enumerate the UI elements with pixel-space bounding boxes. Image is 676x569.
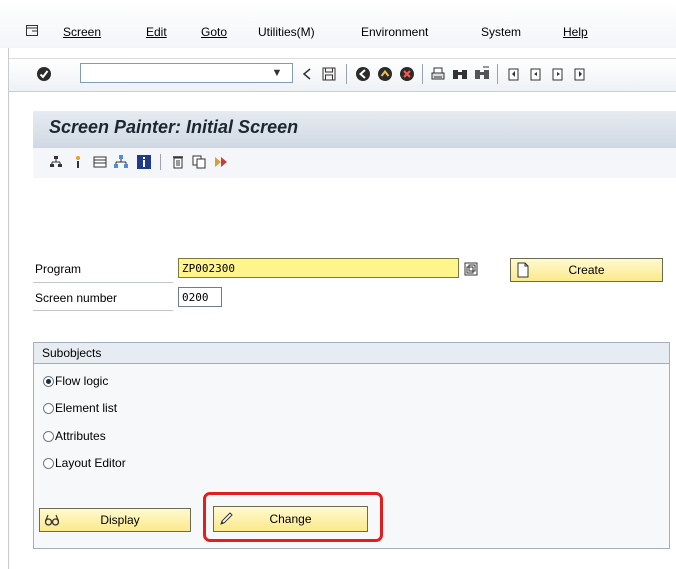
rename-icon[interactable]: [213, 154, 229, 170]
find-icon[interactable]: [452, 66, 468, 82]
last-page-icon[interactable]: [572, 66, 588, 82]
screen-number-input[interactable]: [178, 287, 222, 307]
window-menu-icon[interactable]: [26, 25, 38, 36]
toolbar-separator: [422, 64, 423, 84]
screen-number-label: Screen number: [35, 291, 118, 305]
first-page-icon[interactable]: [506, 66, 522, 82]
command-history-dropdown-icon[interactable]: ▼: [270, 66, 284, 80]
print-icon[interactable]: [430, 66, 446, 82]
display-object-list-icon[interactable]: [92, 154, 108, 170]
flow-logic-radio[interactable]: [43, 376, 54, 387]
element-list-label: Element list: [55, 401, 118, 415]
menu-system[interactable]: System: [481, 25, 521, 39]
find-next-icon[interactable]: [474, 66, 490, 82]
menu-edit[interactable]: Edit: [146, 25, 167, 39]
cancel-icon[interactable]: [399, 66, 415, 82]
previous-page-icon[interactable]: [528, 66, 544, 82]
program-input[interactable]: [178, 258, 459, 278]
toolbar-separator: [497, 64, 498, 84]
display-button-label: Display: [100, 513, 140, 527]
flow-logic-label: Flow logic: [55, 374, 109, 388]
attributes-radio[interactable]: [43, 431, 54, 442]
create-button[interactable]: Create: [510, 258, 663, 282]
back-icon[interactable]: [355, 66, 371, 82]
enter-check-icon[interactable]: [36, 66, 52, 82]
screen-number-row-line: [33, 310, 173, 311]
subobjects-title: Subobjects: [42, 346, 102, 360]
attributes-label: Attributes: [55, 429, 106, 443]
toolbar-separator: [160, 154, 161, 170]
exit-icon[interactable]: [377, 66, 393, 82]
menu-environment[interactable]: Environment: [361, 25, 428, 39]
where-used-icon[interactable]: [70, 154, 86, 170]
subobjects-header: [34, 343, 669, 364]
menu-help[interactable]: Help: [563, 25, 588, 39]
application-toolbar: [33, 148, 676, 178]
menu-bar: [0, 0, 676, 48]
save-icon[interactable]: [321, 66, 337, 82]
information-icon[interactable]: [136, 154, 152, 170]
display-button[interactable]: Display: [39, 508, 191, 532]
collapse-left-icon[interactable]: [299, 66, 315, 82]
layout-editor-radio[interactable]: [43, 458, 54, 469]
value-help-icon[interactable]: [464, 262, 478, 276]
navigate-icon[interactable]: [113, 154, 129, 170]
program-row-line: [33, 282, 173, 283]
create-button-label: Create: [568, 263, 605, 277]
menu-goto[interactable]: Goto: [201, 25, 227, 39]
element-list-radio[interactable]: [43, 403, 54, 414]
change-button-highlight: [203, 492, 383, 542]
command-field[interactable]: [80, 63, 293, 83]
copy-icon[interactable]: [191, 154, 207, 170]
sap-window: Screen Edit Goto Utilities(M) Environmen…: [0, 0, 676, 569]
menu-utilities[interactable]: Utilities(M): [258, 25, 315, 39]
menu-screen[interactable]: Screen: [63, 25, 101, 39]
next-page-icon[interactable]: [550, 66, 566, 82]
page-title: Screen Painter: Initial Screen: [49, 117, 299, 137]
layout-editor-label: Layout Editor: [55, 456, 126, 470]
delete-icon[interactable]: [170, 154, 186, 170]
program-label: Program: [35, 262, 82, 276]
hierarchy-icon[interactable]: [48, 154, 64, 170]
toolbar-separator: [346, 64, 347, 84]
